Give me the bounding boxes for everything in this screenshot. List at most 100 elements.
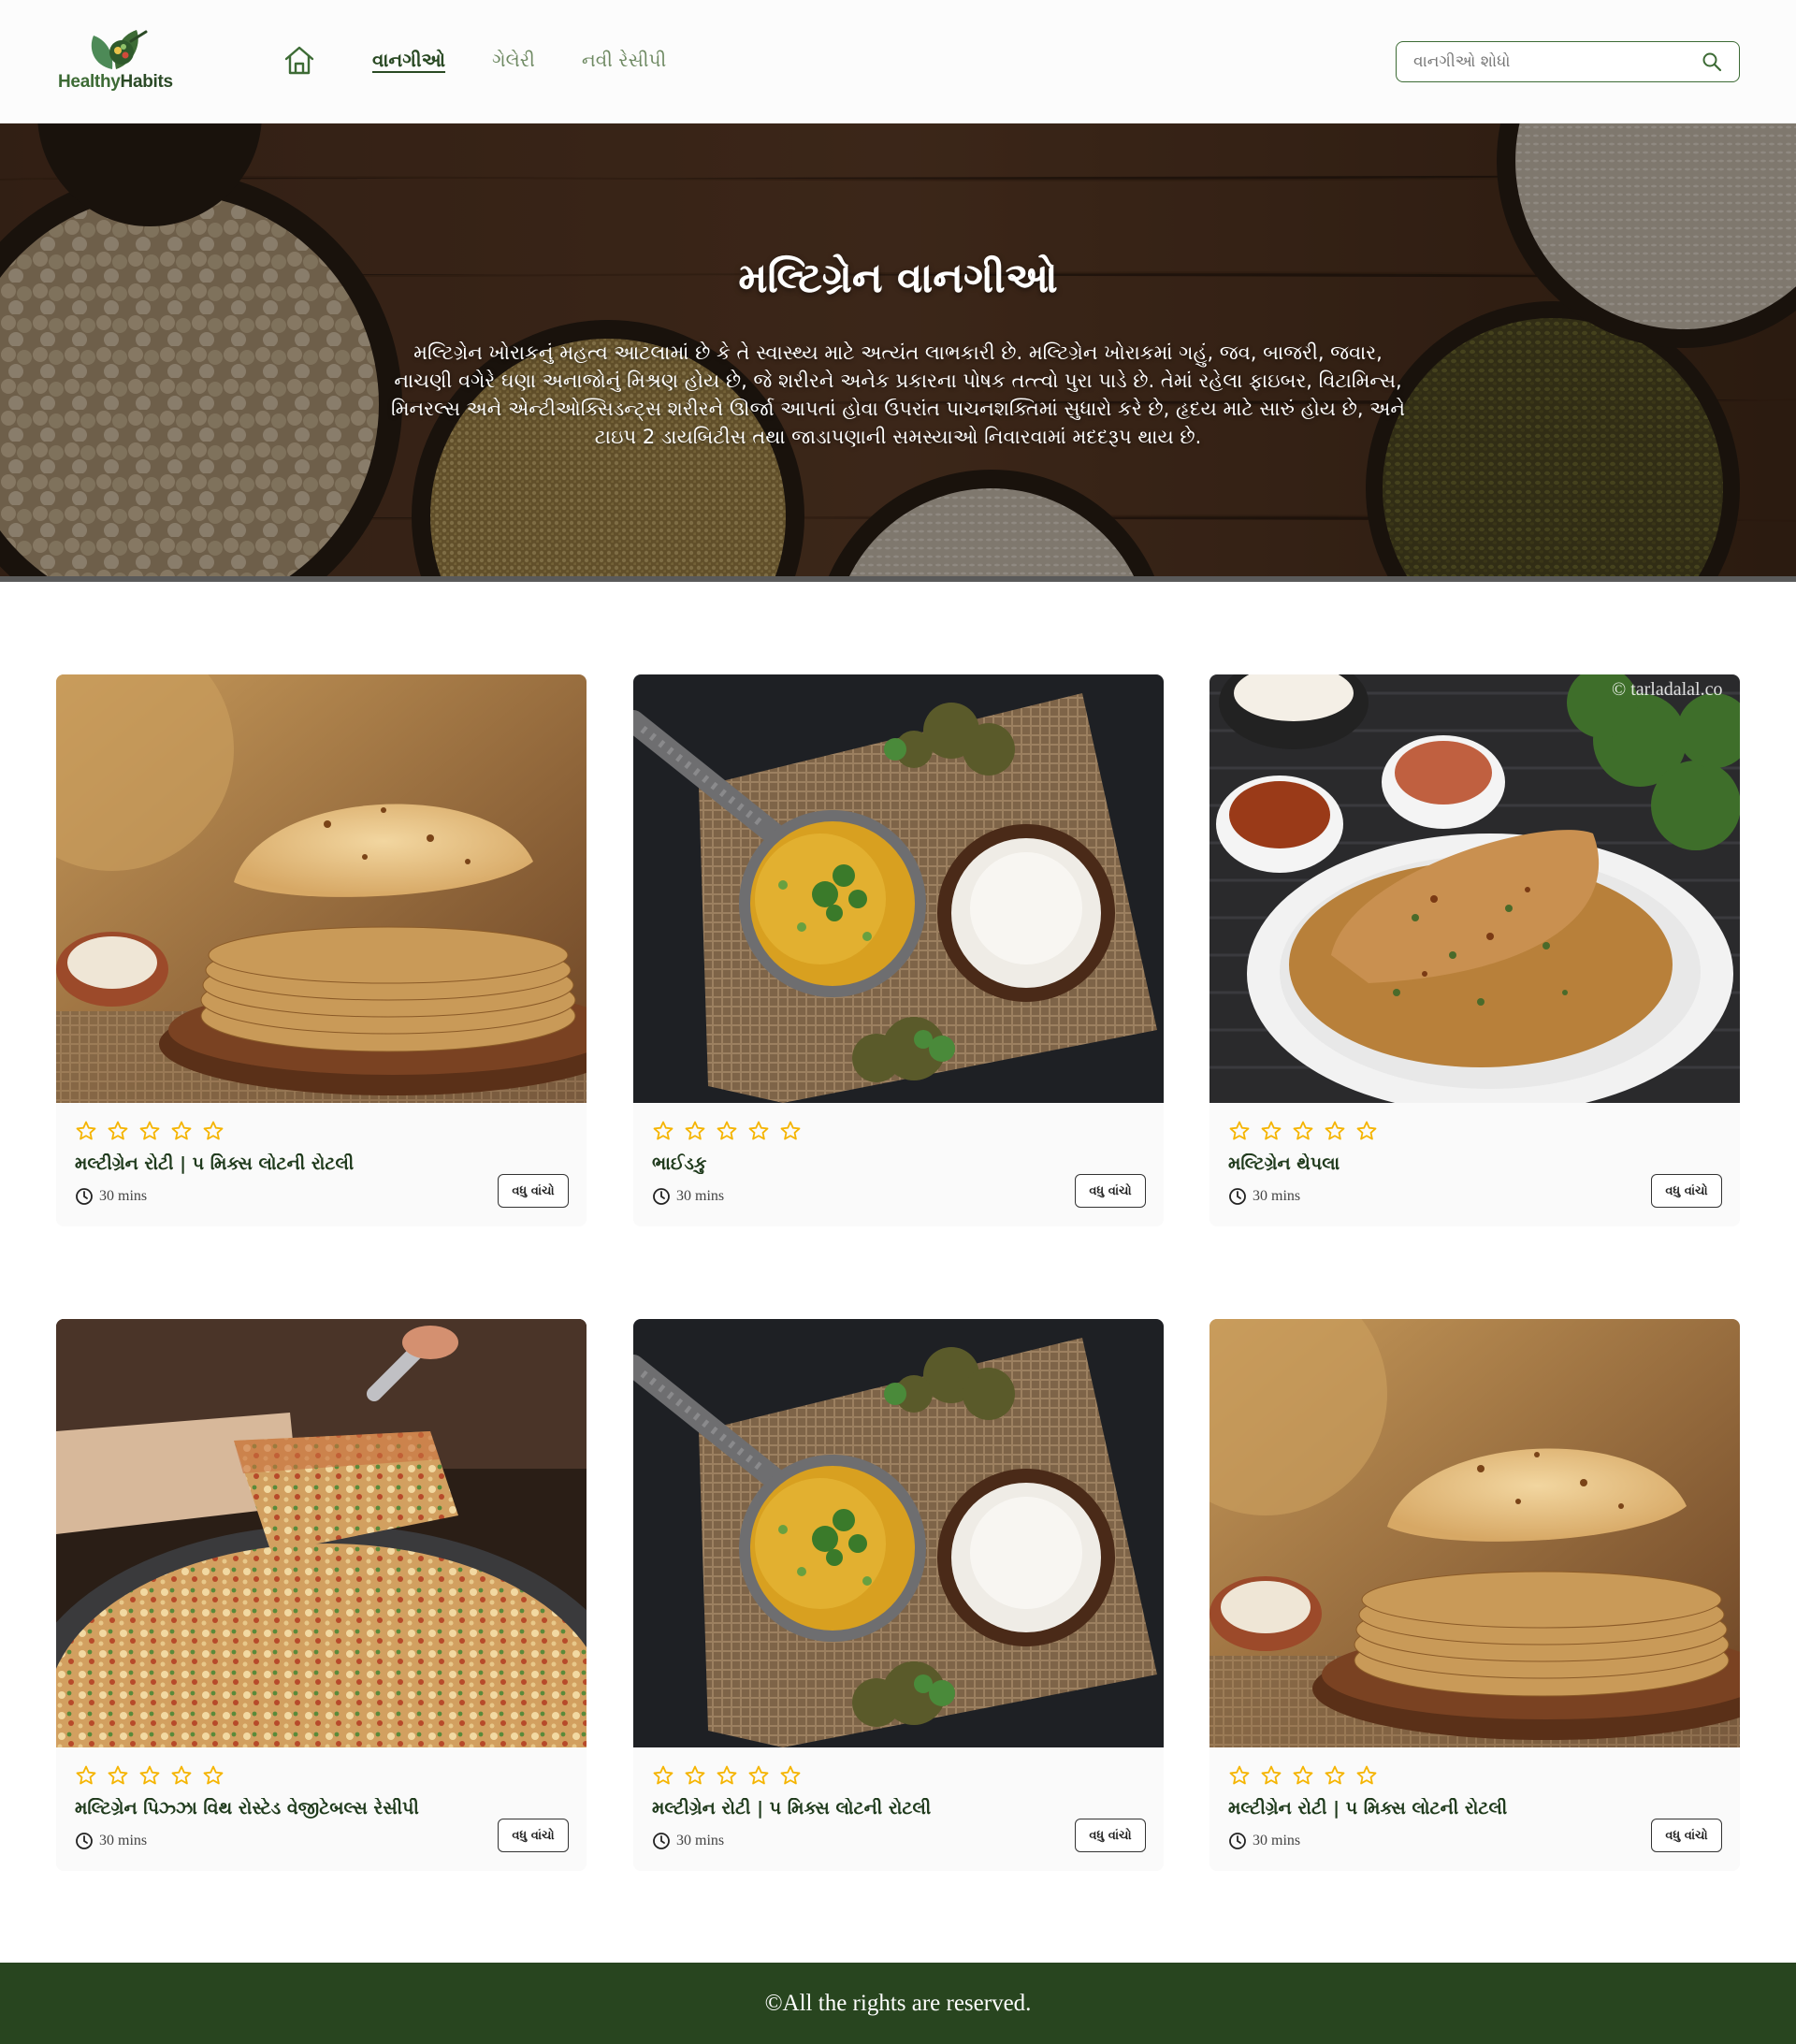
recipe-card[interactable]: મલ્ટીગ્રેન રોટી | ૫ મિક્સ લોટની રોટલી 30… (1209, 1319, 1740, 1871)
recipe-title[interactable]: મલ્ટિગ્રેન થેપલા (1228, 1153, 1668, 1174)
clock-icon (653, 1833, 670, 1849)
star-icon[interactable] (684, 1120, 706, 1142)
clock-icon (76, 1833, 93, 1849)
star-icon[interactable] (716, 1764, 738, 1787)
recipe-meta: 30 mins (75, 1832, 147, 1850)
recipe-card[interactable]: © tarladalal.co મલ્ટિગ્રેન થેપલા 30 mins… (1209, 674, 1740, 1226)
star-icon[interactable] (75, 1764, 97, 1787)
logo[interactable]: HealthyHabits (58, 28, 180, 95)
star-icon[interactable] (1292, 1120, 1314, 1142)
logo-text: HealthyHabits (58, 72, 189, 93)
recipe-card[interactable]: મલ્ટીગ્રેન રોટી | ૫ મિક્સ લોટની રોટલી 30… (56, 674, 587, 1226)
star-icon[interactable] (202, 1120, 224, 1142)
star-icon[interactable] (1355, 1120, 1378, 1142)
star-icon[interactable] (170, 1120, 193, 1142)
star-icon[interactable] (1292, 1764, 1314, 1787)
rating-stars[interactable] (652, 1120, 811, 1142)
recipe-time: 30 mins (1253, 1833, 1301, 1848)
footer-copyright: ©All the rights are reserved. (764, 1991, 1032, 2016)
site-header: HealthyHabits વાનગીઓ ગેલેરી નવી રેસીપી (0, 0, 1796, 123)
main-nav: વાનગીઓ ગેલેરી નવી રેસીપી (281, 41, 713, 79)
clock-icon (1229, 1188, 1246, 1205)
hero-divider (0, 576, 1796, 582)
star-icon[interactable] (1260, 1120, 1282, 1142)
recipe-time: 30 mins (99, 1188, 148, 1204)
hero-description: મલ્ટિગ્રેન ખોરાકનું મહત્વ આટલામાં છે કે … (390, 341, 1406, 448)
star-icon[interactable] (684, 1764, 706, 1787)
recipe-image-bhaidku (633, 1319, 1164, 1747)
recipe-card-body: મલ્ટિગ્રેન પિઝ્ઝા વિથ રોસ્ટેડ વેજીટેબલ્સ… (56, 1747, 587, 1871)
star-icon[interactable] (747, 1120, 770, 1142)
recipe-title[interactable]: મલ્ટીગ્રેન રોટી | ૫ મિક્સ લોટની રોટલી (1228, 1798, 1668, 1819)
recipe-image-thepla: © tarladalal.co (1209, 674, 1740, 1103)
star-icon[interactable] (107, 1764, 129, 1787)
nav-gallery[interactable]: ગેલેરી (492, 49, 535, 71)
recipe-card-body: મલ્ટીગ્રેન રોટી | ૫ મિક્સ લોટની રોટલી 30… (1209, 1747, 1740, 1871)
star-icon[interactable] (1260, 1764, 1282, 1787)
recipe-card[interactable]: ભાઈડકુ 30 mins વધુ વાંચો (633, 674, 1164, 1226)
nav-recipes[interactable]: વાનગીઓ (372, 49, 445, 71)
recipe-title[interactable]: મલ્ટીગ્રેન રોટી | ૫ મિક્સ લોટની રોટલી (75, 1153, 514, 1174)
star-icon[interactable] (1324, 1764, 1346, 1787)
read-more-button[interactable]: વધુ વાંચો (498, 1174, 569, 1208)
star-icon[interactable] (138, 1764, 161, 1787)
read-more-button[interactable]: વધુ વાંચો (498, 1819, 569, 1852)
recipe-image-bhaidku (633, 674, 1164, 1103)
image-watermark: © tarladalal.co (1612, 679, 1722, 700)
read-more-button[interactable]: વધુ વાંચો (1075, 1819, 1146, 1852)
star-icon[interactable] (1324, 1120, 1346, 1142)
recipe-title[interactable]: મલ્ટિગ્રેન પિઝ્ઝા વિથ રોસ્ટેડ વેજીટેબલ્સ… (75, 1798, 514, 1819)
logo-text-part1: Healthy (58, 72, 121, 92)
star-icon[interactable] (202, 1764, 224, 1787)
star-icon[interactable] (75, 1120, 97, 1142)
star-icon[interactable] (779, 1764, 802, 1787)
recipe-meta: 30 mins (1228, 1832, 1300, 1850)
recipe-time: 30 mins (676, 1188, 725, 1204)
star-icon[interactable] (1228, 1764, 1251, 1787)
rating-stars[interactable] (75, 1764, 234, 1787)
star-icon[interactable] (747, 1764, 770, 1787)
recipe-card-body: મલ્ટીગ્રેન રોટી | ૫ મિક્સ લોટની રોટલી 30… (56, 1103, 587, 1226)
search-icon[interactable] (1702, 51, 1722, 72)
read-more-button[interactable]: વધુ વાંચો (1651, 1819, 1722, 1852)
rating-stars[interactable] (1228, 1120, 1387, 1142)
rating-stars[interactable] (1228, 1764, 1387, 1787)
star-icon[interactable] (1228, 1120, 1251, 1142)
logo-leaf-icon (91, 30, 148, 69)
rating-stars[interactable] (75, 1120, 234, 1142)
star-icon[interactable] (138, 1120, 161, 1142)
recipe-card-body: ભાઈડકુ 30 mins વધુ વાંચો (633, 1103, 1164, 1226)
nav-new-recipe[interactable]: નવી રેસીપી (582, 49, 666, 71)
recipe-card-body: મલ્ટિગ્રેન થેપલા 30 mins વધુ વાંચો (1209, 1103, 1740, 1226)
recipe-card-body: મલ્ટીગ્રેન રોટી | ૫ મિક્સ લોટની રોટલી 30… (633, 1747, 1164, 1871)
recipe-meta: 30 mins (652, 1187, 724, 1206)
home-link[interactable] (281, 41, 318, 79)
recipe-time: 30 mins (99, 1833, 148, 1848)
home-icon (284, 46, 314, 75)
recipe-image-roti (56, 674, 587, 1103)
rating-stars[interactable] (652, 1764, 811, 1787)
star-icon[interactable] (779, 1120, 802, 1142)
recipe-title[interactable]: ભાઈડકુ (652, 1153, 1092, 1174)
hero-banner: મલ્ટિગ્રેન વાનગીઓ મલ્ટિગ્રેન ખોરાકનું મહ… (0, 123, 1796, 582)
recipe-meta: 30 mins (75, 1187, 147, 1206)
logo-text-part2: Habits (120, 72, 174, 92)
star-icon[interactable] (652, 1120, 674, 1142)
search-input[interactable] (1413, 42, 1694, 80)
read-more-button[interactable]: વધુ વાંચો (1075, 1174, 1146, 1208)
recipe-image-pizza (56, 1319, 587, 1747)
star-icon[interactable] (107, 1120, 129, 1142)
star-icon[interactable] (1355, 1764, 1378, 1787)
recipe-time: 30 mins (1253, 1188, 1301, 1204)
recipe-meta: 30 mins (1228, 1187, 1300, 1206)
recipe-meta: 30 mins (652, 1832, 724, 1850)
recipe-card[interactable]: મલ્ટિગ્રેન પિઝ્ઝા વિથ રોસ્ટેડ વેજીટેબલ્સ… (56, 1319, 587, 1871)
recipe-card[interactable]: મલ્ટીગ્રેન રોટી | ૫ મિક્સ લોટની રોટલી 30… (633, 1319, 1164, 1871)
clock-icon (1229, 1833, 1246, 1849)
star-icon[interactable] (652, 1764, 674, 1787)
star-icon[interactable] (170, 1764, 193, 1787)
read-more-button[interactable]: વધુ વાંચો (1651, 1174, 1722, 1208)
recipe-title[interactable]: મલ્ટીગ્રેન રોટી | ૫ મિક્સ લોટની રોટલી (652, 1798, 1092, 1819)
site-footer: ©All the rights are reserved. (0, 1963, 1796, 2044)
star-icon[interactable] (716, 1120, 738, 1142)
